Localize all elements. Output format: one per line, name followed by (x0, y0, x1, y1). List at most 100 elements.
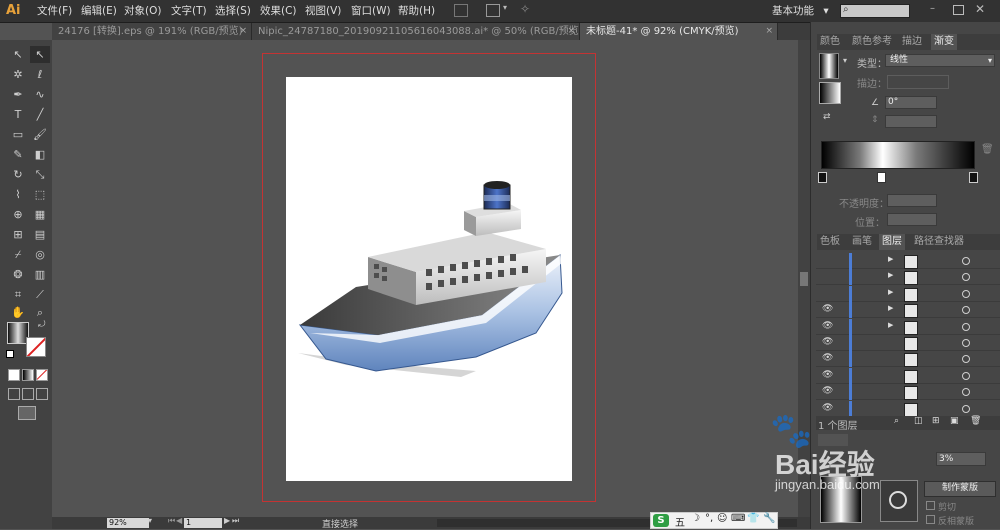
angle-field[interactable]: 0° (885, 96, 937, 109)
tab-brushes[interactable]: 画笔 (849, 234, 875, 250)
tab-document-1[interactable]: 24176 [转换].eps @ 191% (RGB/预览) × (52, 23, 252, 40)
workspace-switcher[interactable]: 基本功能 ▾ (772, 0, 829, 22)
tab-color-guide[interactable]: 颜色参考 (849, 34, 895, 50)
default-colors-icon[interactable] (6, 350, 14, 358)
menu-help[interactable]: 帮助(H) (398, 0, 435, 22)
first-artboard-icon[interactable]: ⏮ (168, 516, 175, 526)
ship-illustration[interactable] (286, 77, 572, 481)
lock-toggle[interactable] (836, 304, 846, 315)
type-tool-icon[interactable]: T (8, 106, 28, 123)
magic-wand-tool-icon[interactable]: ✲ (8, 66, 28, 83)
gradient-slider[interactable] (821, 141, 975, 169)
lock-toggle[interactable] (836, 321, 846, 332)
target-circle-icon[interactable] (962, 371, 970, 380)
rectangle-tool-icon[interactable]: ▭ (8, 126, 28, 143)
artboard-number-field[interactable]: 1 (184, 518, 222, 528)
ime-mode-label[interactable]: 五 (675, 514, 685, 529)
target-circle-icon[interactable] (962, 322, 970, 331)
sogou-logo-icon[interactable]: S (653, 514, 669, 527)
draw-behind-icon[interactable] (22, 388, 34, 400)
keyboard-icon[interactable]: ⌨ (731, 513, 745, 524)
layer-row[interactable]: 👁 (816, 400, 1000, 417)
moon-icon[interactable]: ☽ (691, 513, 700, 524)
fill-stroke-mini-swatch[interactable] (819, 82, 841, 104)
direct-selection-tool-icon[interactable]: ↖ (30, 46, 50, 63)
visibility-toggle[interactable] (822, 288, 832, 298)
gradient-stop-right[interactable] (969, 172, 978, 183)
skin-icon[interactable]: 👕 (747, 513, 759, 524)
close-icon[interactable]: × (239, 23, 247, 40)
tab-gradient[interactable]: 渐变 (931, 34, 957, 50)
pen-tool-icon[interactable]: ✒ (8, 86, 28, 103)
close-icon[interactable]: × (765, 23, 773, 40)
punctuation-icon[interactable]: °, (705, 513, 713, 524)
expand-arrow-icon[interactable]: ▶ (888, 255, 893, 263)
lock-toggle[interactable] (836, 271, 846, 282)
expand-arrow-icon[interactable]: ▶ (888, 321, 893, 329)
column-graph-tool-icon[interactable]: ▥ (30, 266, 50, 283)
eye-icon[interactable]: 👁 (822, 321, 833, 331)
stroke-swatch[interactable] (26, 337, 46, 357)
mesh-tool-icon[interactable]: ⊞ (8, 226, 28, 243)
last-artboard-icon[interactable]: ⏭ (232, 516, 239, 526)
layer-row[interactable]: 👁 (816, 351, 1000, 368)
visibility-toggle[interactable] (822, 255, 832, 265)
menu-edit[interactable]: 编辑(E) (81, 0, 117, 22)
aspect-ratio-field[interactable] (885, 115, 937, 128)
target-circle-icon[interactable] (962, 388, 970, 397)
gradient-mode-icon[interactable] (22, 369, 34, 381)
eye-icon[interactable]: 👁 (822, 337, 833, 347)
menu-type[interactable]: 文字(T) (171, 0, 207, 22)
none-mode-icon[interactable] (36, 369, 48, 381)
stroke-gradient-buttons[interactable] (887, 75, 949, 89)
eye-icon[interactable]: 👁 (822, 403, 833, 413)
lasso-tool-icon[interactable]: ℓ (30, 66, 50, 83)
expand-arrow-icon[interactable]: ▶ (888, 288, 893, 296)
tab-color[interactable]: 颜色 (817, 34, 843, 50)
selection-tool-icon[interactable]: ↖ (8, 46, 28, 63)
lock-toggle[interactable] (836, 386, 846, 397)
tab-document-3[interactable]: 未标题-41* @ 92% (CMYK/预览) × (580, 23, 778, 40)
menu-effect[interactable]: 效果(C) (260, 0, 297, 22)
maximize-button[interactable] (953, 5, 964, 15)
symbol-sprayer-tool-icon[interactable]: ❂ (8, 266, 28, 283)
gradient-stop-middle[interactable] (877, 172, 886, 183)
close-window-button[interactable]: ✕ (975, 2, 985, 16)
screen-mode-icon[interactable] (18, 406, 36, 420)
blend-tool-icon[interactable]: ◎ (30, 246, 50, 263)
curvature-tool-icon[interactable]: ∿ (30, 86, 50, 103)
minimize-button[interactable]: – (930, 4, 940, 14)
artboard-tool-icon[interactable]: ⌗ (8, 286, 28, 303)
hand-tool-icon[interactable]: ✋ (8, 304, 28, 321)
menu-object[interactable]: 对象(O) (124, 0, 161, 22)
chevron-down-icon[interactable]: ▾ (503, 3, 507, 12)
paintbrush-tool-icon[interactable]: 🖌 (30, 126, 50, 143)
lock-toggle[interactable] (836, 255, 846, 266)
eye-icon[interactable]: 👁 (822, 353, 833, 363)
chevron-down-icon[interactable]: ▾ (843, 56, 847, 65)
expand-arrow-icon[interactable]: ▶ (888, 271, 893, 279)
gradient-stop-left[interactable] (818, 172, 827, 183)
target-circle-icon[interactable] (962, 257, 970, 265)
arrange-documents-icon[interactable] (486, 4, 500, 17)
invert-mask-checkbox[interactable]: 反相蒙版 (926, 514, 974, 527)
layer-row[interactable]: ▶ (816, 253, 1000, 269)
expand-arrow-icon[interactable]: ▶ (888, 304, 893, 312)
reverse-gradient-icon[interactable]: ⇄ (823, 112, 831, 122)
next-artboard-icon[interactable]: ▶ (224, 516, 230, 525)
layer-row[interactable]: 👁 ▶ (816, 302, 1000, 319)
eraser-tool-icon[interactable]: ◧ (30, 146, 50, 163)
prev-artboard-icon[interactable]: ◀ (176, 516, 182, 525)
layer-row[interactable]: ▶ (816, 285, 1000, 302)
emoji-icon[interactable]: ☺ (717, 513, 727, 524)
tab-stroke[interactable]: 描边 (899, 34, 925, 50)
gradient-type-select[interactable]: 线性 ▾ (885, 54, 995, 67)
target-circle-icon[interactable] (962, 273, 970, 282)
menu-window[interactable]: 窗口(W) (351, 0, 391, 22)
gradient-preview[interactable] (819, 53, 839, 79)
pencil-tool-icon[interactable]: ✎ (8, 146, 28, 163)
layer-row[interactable]: 👁 (816, 384, 1000, 401)
lock-toggle[interactable] (836, 403, 846, 414)
target-circle-icon[interactable] (962, 404, 970, 413)
layer-row[interactable]: 👁 (816, 335, 1000, 351)
